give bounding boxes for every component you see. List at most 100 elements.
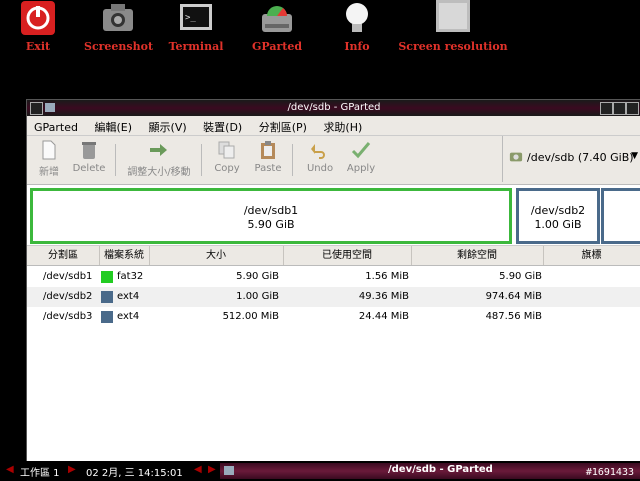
launcher-screen-resolution[interactable]: Screen resolution	[398, 0, 508, 56]
column-used[interactable]: 已使用空間	[283, 246, 412, 265]
partition-table: /dev/sdb1 fat32 5.90 GiB 1.56 MiB 5.90 G…	[27, 266, 640, 326]
toolbar-separator	[292, 144, 293, 176]
cell-size: 512.00 MiB	[222, 311, 279, 322]
menu-gparted[interactable]: GParted	[27, 118, 84, 134]
workspace-right-arrow[interactable]: ▶	[68, 464, 76, 475]
undo-icon	[311, 144, 325, 159]
menu-edit[interactable]: 編輯(E)	[88, 116, 139, 135]
launcher-info[interactable]: Info	[334, 0, 380, 56]
disk-icon	[262, 6, 292, 32]
tasklist-right-arrow[interactable]: ▶	[208, 464, 216, 475]
partition-size: 1.00 GiB	[534, 218, 582, 231]
lightbulb-icon	[346, 3, 368, 32]
undo-button[interactable]: Undo	[298, 140, 342, 174]
toolbar: 新增 Delete 調整大小/移動 Copy Paste Undo Apply	[27, 136, 640, 185]
camera-icon	[103, 4, 133, 31]
window-title: /dev/sdb - GParted	[287, 102, 381, 113]
resize-arrow-icon	[150, 144, 167, 156]
partition-name: /dev/sdb2	[530, 204, 586, 217]
taskbar: ◀ 工作區 1 ▶ 02 2月, 三 14:15:01 ◀ ▶ /dev/sdb…	[0, 461, 640, 481]
device-selector[interactable]: /dev/sdb (7.40 GiB) ▼	[502, 136, 640, 182]
menu-view[interactable]: 顯示(V)	[142, 116, 193, 135]
new-button[interactable]: 新增	[27, 140, 71, 178]
menu-bar: GParted 編輯(E) 顯示(V) 裝置(D) 分割區(P) 求助(H)	[27, 116, 640, 136]
workspace-left-arrow[interactable]: ◀	[6, 464, 14, 475]
launcher-label: Screen resolution	[398, 40, 508, 53]
launcher-label: Exit	[25, 40, 51, 53]
window-titlebar[interactable]: /dev/sdb - GParted	[27, 100, 640, 116]
delete-button[interactable]: Delete	[67, 140, 111, 174]
cell-filesystem: ext4	[117, 291, 140, 302]
tasklist-left-arrow[interactable]: ◀	[194, 464, 202, 475]
launcher-screenshot[interactable]: Screenshot	[84, 0, 153, 56]
launcher-label: GParted	[251, 40, 303, 53]
launcher-exit[interactable]: Exit	[12, 0, 64, 56]
launcher-terminal[interactable]: >_ Terminal	[168, 0, 224, 56]
power-icon	[21, 1, 55, 35]
chevron-down-icon: ▼	[631, 151, 638, 161]
drive-icon	[509, 152, 523, 162]
disk-map-sdb2[interactable]: /dev/sdb2 1.00 GiB	[516, 188, 600, 244]
column-size[interactable]: 大小	[149, 246, 284, 265]
cell-size: 1.00 GiB	[236, 291, 279, 302]
checkmark-icon	[351, 142, 371, 159]
apply-label: Apply	[346, 163, 376, 174]
new-document-icon	[42, 140, 56, 160]
menu-partition[interactable]: 分割區(P)	[252, 116, 313, 135]
cell-used: 24.44 MiB	[358, 311, 409, 322]
cell-partition: /dev/sdb1	[43, 271, 93, 282]
menu-device[interactable]: 裝置(D)	[196, 116, 248, 135]
task-title: /dev/sdb - GParted	[388, 464, 493, 475]
table-row[interactable]: /dev/sdb2 ext4 1.00 GiB 49.36 MiB 974.64…	[27, 287, 640, 307]
device-label: /dev/sdb (7.40 GiB)	[527, 151, 634, 164]
disk-map-sdb1[interactable]: /dev/sdb1 5.90 GiB	[30, 188, 512, 244]
table-row[interactable]: /dev/sdb1 fat32 5.90 GiB 1.56 MiB 5.90 G…	[27, 267, 640, 287]
cell-unused: 5.90 GiB	[499, 271, 542, 282]
column-partition[interactable]: 分割區	[27, 246, 100, 265]
toolbar-separator	[201, 144, 202, 176]
maximize-icon[interactable]	[613, 102, 626, 115]
cell-partition: /dev/sdb2	[43, 291, 93, 302]
launcher-label: Info	[344, 40, 370, 53]
cell-used: 1.56 MiB	[365, 271, 409, 282]
column-flags[interactable]: 旗標	[543, 246, 640, 265]
new-label: 新增	[39, 167, 59, 178]
filesystem-color-swatch	[101, 311, 113, 323]
cell-filesystem: fat32	[117, 271, 144, 282]
partition-table-header: 分割區 檔案系統 大小 已使用空間 剩餘空間 旗標	[27, 246, 640, 266]
app-icon	[224, 466, 234, 475]
apply-button[interactable]: Apply	[339, 140, 383, 174]
close-icon[interactable]	[626, 102, 639, 115]
partition-size: 5.90 GiB	[247, 218, 295, 231]
cell-size: 5.90 GiB	[236, 271, 279, 282]
terminal-icon: >_	[180, 4, 212, 30]
toolbar-separator	[115, 144, 116, 176]
trash-icon	[82, 142, 96, 159]
cell-unused: 487.56 MiB	[485, 311, 542, 322]
task-button-gparted[interactable]: /dev/sdb - GParted	[220, 463, 640, 479]
copy-button[interactable]: Copy	[205, 140, 249, 174]
column-unused[interactable]: 剩餘空間	[411, 246, 544, 265]
filesystem-color-swatch	[101, 291, 113, 303]
delete-label: Delete	[72, 163, 106, 174]
resize-move-button[interactable]: 調整大小/移動	[121, 140, 197, 178]
resize-label: 調整大小/移動	[127, 167, 191, 178]
partition-name: /dev/sdb1	[243, 204, 299, 217]
launcher-gparted[interactable]: GParted	[248, 0, 306, 56]
cell-filesystem: ext4	[117, 311, 140, 322]
launcher-label: Terminal	[168, 40, 224, 53]
undo-label: Undo	[306, 163, 334, 174]
table-row[interactable]: /dev/sdb3 ext4 512.00 MiB 24.44 MiB 487.…	[27, 307, 640, 327]
paste-label: Paste	[254, 163, 282, 174]
monitor-icon	[436, 0, 470, 32]
gparted-window: /dev/sdb - GParted GParted 編輯(E) 顯示(V) 裝…	[26, 99, 640, 462]
workspace-switcher[interactable]: 工作區 1	[20, 464, 60, 479]
disk-map-sdb3[interactable]	[601, 188, 640, 244]
cell-partition: /dev/sdb3	[43, 311, 93, 322]
cell-unused: 974.64 MiB	[485, 291, 542, 302]
column-filesystem[interactable]: 檔案系統	[99, 246, 150, 265]
menu-help[interactable]: 求助(H)	[316, 116, 368, 135]
copy-label: Copy	[214, 163, 240, 174]
paste-button[interactable]: Paste	[246, 140, 290, 174]
minimize-icon[interactable]	[600, 102, 613, 115]
